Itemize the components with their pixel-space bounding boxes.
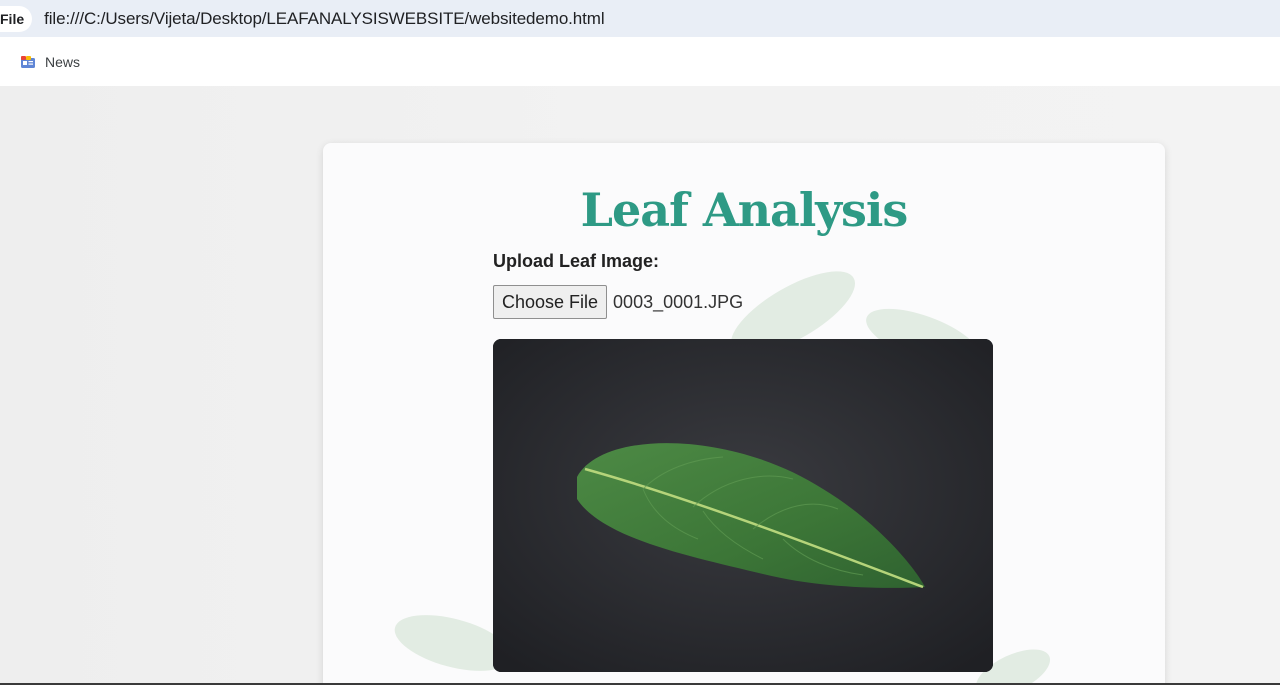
page-background: Leaf Analysis Upload Leaf Image: Choose … (0, 86, 1280, 685)
page-title: Leaf Analysis (580, 183, 909, 237)
bookmark-news[interactable]: News (20, 54, 80, 70)
selected-file-name: 0003_0001.JPG (613, 291, 744, 312)
news-icon (20, 55, 36, 69)
leaf-preview-image (493, 339, 993, 672)
bookmarks-bar: News (0, 37, 1280, 86)
choose-file-button[interactable]: Choose File (493, 285, 608, 319)
scheme-chip[interactable]: File (0, 5, 33, 32)
address-bar[interactable]: File file:///C:/Users/Vijeta/Desktop/LEA… (0, 0, 1280, 37)
bookmark-news-label: News (45, 53, 81, 70)
scheme-chip-label: File (0, 10, 25, 27)
file-input[interactable]: Choose File 0003_0001.JPG (493, 285, 743, 319)
analysis-card: Leaf Analysis Upload Leaf Image: Choose … (323, 143, 1165, 685)
url-text[interactable]: file:///C:/Users/Vijeta/Desktop/LEAFANAL… (44, 9, 605, 29)
upload-label: Upload Leaf Image: (493, 251, 660, 271)
